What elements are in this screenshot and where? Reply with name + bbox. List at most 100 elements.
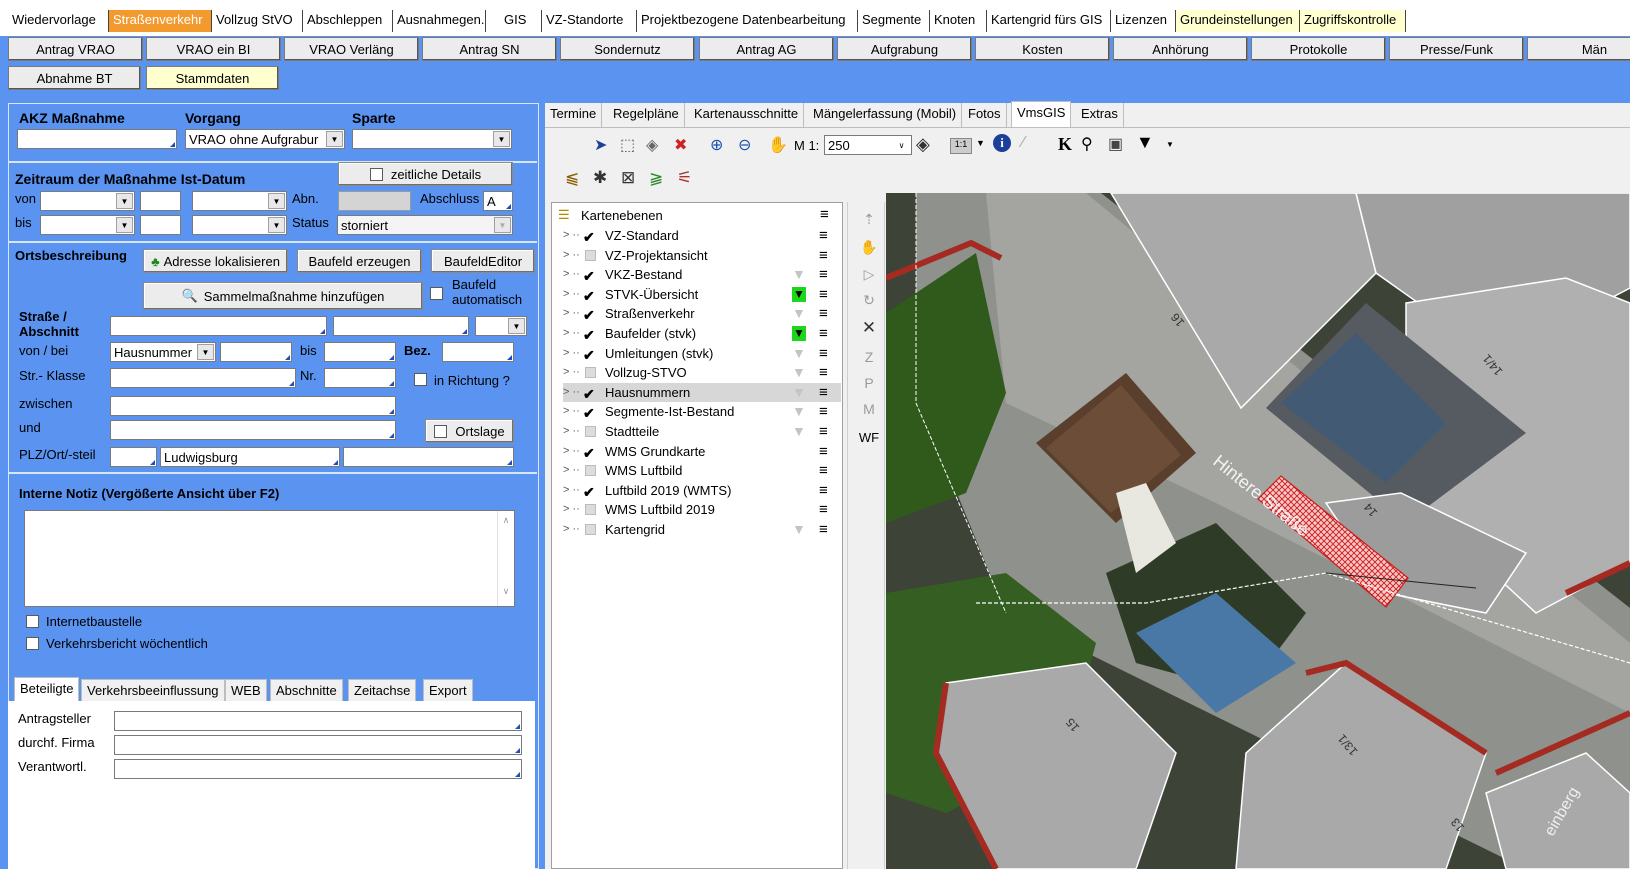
expand-icon[interactable]: ⊠ xyxy=(621,168,635,188)
filter-icon[interactable]: ▼ xyxy=(792,345,806,361)
und-input[interactable] xyxy=(110,420,396,440)
process-tab[interactable]: Presse/Funk xyxy=(1389,37,1524,61)
layer-row[interactable]: > ·· ✔ Umleitungen (stvk) ▼ ≡ xyxy=(563,344,841,363)
checkmark-icon[interactable]: ✔ xyxy=(583,228,595,247)
adresse-lokalisieren-button[interactable]: ♣ Adresse lokalisieren xyxy=(143,249,288,273)
expand-icon[interactable]: > ·· xyxy=(563,246,580,265)
abschnitt-input[interactable] xyxy=(333,316,469,336)
menu-item[interactable]: Zugriffskontrolle xyxy=(1300,10,1406,32)
chevron-down-icon[interactable]: ▼ xyxy=(116,217,133,233)
gis-tab[interactable]: Mängelerfassung (Mobil) xyxy=(808,103,963,127)
sammelmassnahme-button[interactable]: 🔍 Sammelmaßnahme hinzufügen xyxy=(143,282,423,310)
layer-delete-icon[interactable]: ✖ xyxy=(674,135,687,155)
chevron-down-icon[interactable]: ▼ xyxy=(268,217,285,233)
layer-row[interactable]: > ·· WMS Luftbild 2019 ≡ xyxy=(563,500,841,519)
process-tab[interactable]: Antrag SN xyxy=(422,37,557,61)
binoculars-icon[interactable]: ⚲ xyxy=(1081,134,1093,154)
filter-icon[interactable]: ▼ xyxy=(792,306,806,321)
menu-item[interactable]: VZ-Standorte xyxy=(542,10,637,32)
expand-icon[interactable]: > ·· xyxy=(563,324,580,343)
process-tab[interactable]: Män xyxy=(1527,37,1630,61)
menu-icon[interactable]: ≡ xyxy=(819,500,828,519)
hausnummer-select[interactable]: Hausnummer ▼ xyxy=(110,342,216,362)
checkbox-icon[interactable] xyxy=(585,524,596,535)
expand-icon[interactable]: > ·· xyxy=(563,265,580,284)
expand-icon[interactable]: > ·· xyxy=(563,481,580,500)
checkmark-icon[interactable]: ✔ xyxy=(583,267,595,286)
beteiligte-input[interactable] xyxy=(114,735,522,755)
rotate-tool-icon[interactable]: ↻ xyxy=(858,292,880,309)
checkmark-icon[interactable]: ✔ xyxy=(583,404,595,423)
von-date-select[interactable]: ▼ xyxy=(40,191,135,211)
navigate-icon[interactable]: ◈ xyxy=(916,134,930,155)
chevron-down-icon[interactable]: ▼ xyxy=(268,193,285,209)
process-tab[interactable]: Aufgrabung xyxy=(837,37,972,61)
status-select[interactable]: storniert ▼ xyxy=(337,215,513,235)
menu-icon[interactable]: ≡ xyxy=(819,422,828,441)
abn-date-select[interactable]: ▼ xyxy=(192,191,287,211)
filter-active-icon[interactable]: ▼ xyxy=(792,286,806,302)
expand-icon[interactable]: > ·· xyxy=(563,402,580,421)
chevron-down-icon[interactable]: ▼ xyxy=(976,138,985,148)
layer-row[interactable]: > ·· ✔ STVK-Übersicht ▼ ≡ xyxy=(563,285,841,304)
sparte-select[interactable]: ▼ xyxy=(352,129,512,149)
menu-icon[interactable]: ≡ xyxy=(819,383,828,402)
bottom-tab[interactable]: WEB xyxy=(225,679,267,702)
abschluss-input[interactable]: A xyxy=(483,191,513,211)
gis-tab[interactable]: Termine xyxy=(545,103,603,127)
expand-icon[interactable]: > ·· xyxy=(563,304,580,323)
checkmark-icon[interactable]: ✔ xyxy=(583,385,595,404)
gis-tab[interactable]: Fotos xyxy=(963,103,1007,127)
vonbei-input[interactable] xyxy=(220,342,292,362)
plz-input[interactable] xyxy=(110,447,157,467)
checkbox-icon[interactable] xyxy=(585,465,596,477)
bez-input[interactable] xyxy=(442,342,514,362)
menu-icon[interactable]: ≡ xyxy=(819,246,828,265)
layer-row[interactable]: > ·· Vollzug-STVO ▼ ≡ xyxy=(563,363,841,382)
menu-item[interactable]: Grundeinstellungen xyxy=(1176,10,1300,32)
notiz-textarea[interactable]: ∧ ∨ xyxy=(24,510,515,607)
process-tab[interactable]: Stammdaten xyxy=(146,66,279,90)
chevron-down-icon[interactable]: ▼ xyxy=(508,318,525,334)
side-tool[interactable]: Z xyxy=(858,349,880,365)
select-tool-icon[interactable]: ⇡ xyxy=(858,211,880,228)
checkmark-icon[interactable]: ✔ xyxy=(583,346,595,365)
layer-row[interactable]: > ·· ✔ VKZ-Bestand ▼ ≡ xyxy=(563,265,841,284)
layer-style-icon[interactable]: ⚟ xyxy=(677,168,692,188)
menu-icon[interactable]: ≡ xyxy=(819,304,828,323)
checkmark-icon[interactable]: ✔ xyxy=(583,483,595,502)
process-tab[interactable]: Sondernutz xyxy=(560,37,695,61)
layer-up-icon[interactable]: ⫹ xyxy=(565,168,579,188)
menu-icon[interactable]: ≡ xyxy=(819,344,828,363)
layer-row[interactable]: > ·· ✔ Luftbild 2019 (WMTS) ≡ xyxy=(563,481,841,500)
filter-icon[interactable]: ▼ xyxy=(1136,132,1154,153)
chevron-down-icon[interactable]: ▼ xyxy=(116,193,133,209)
layer-row[interactable]: > ·· ✔ Straßenverkehr ▼ ≡ xyxy=(563,304,841,323)
checkbox-icon[interactable] xyxy=(585,504,596,516)
menu-icon[interactable]: ≡ xyxy=(819,324,828,343)
menu-icon[interactable]: ≡ xyxy=(819,402,828,421)
gis-tab[interactable]: VmsGIS xyxy=(1011,101,1072,128)
zwischen-input[interactable] xyxy=(110,396,396,416)
layer-window-icon[interactable]: ▣ xyxy=(1108,134,1123,154)
menu-item[interactable]: GIS xyxy=(500,10,542,32)
menu-icon[interactable]: ≡ xyxy=(819,520,828,539)
filter-icon[interactable]: ▼ xyxy=(792,522,806,537)
bottom-tab[interactable]: Beteiligte xyxy=(14,677,80,702)
expand-icon[interactable]: > ·· xyxy=(563,363,580,382)
layer-row[interactable]: > ·· Kartengrid ▼ ≡ xyxy=(563,520,841,539)
side-tool[interactable]: M xyxy=(858,401,880,417)
chevron-down-icon[interactable]: ∨ xyxy=(893,137,910,153)
chevron-down-icon[interactable]: ▼ xyxy=(494,217,511,233)
layer-edit-icon[interactable]: ◈ xyxy=(646,135,658,155)
chevron-down-icon[interactable]: ▼ xyxy=(197,344,214,360)
abschnitt-select[interactable]: ▼ xyxy=(475,316,527,336)
expand-icon[interactable]: > ·· xyxy=(563,442,580,461)
expand-icon[interactable]: > ·· xyxy=(563,344,580,363)
filter-icon[interactable]: ▼ xyxy=(792,384,806,400)
menu-icon[interactable]: ≡ xyxy=(819,285,828,304)
process-tab[interactable]: Anhörung xyxy=(1113,37,1248,61)
expand-icon[interactable]: > ·· xyxy=(563,285,580,304)
bottom-tab[interactable]: Verkehrsbeeinflussung xyxy=(81,679,225,702)
select-rect-icon[interactable]: ⬚ xyxy=(620,135,635,155)
